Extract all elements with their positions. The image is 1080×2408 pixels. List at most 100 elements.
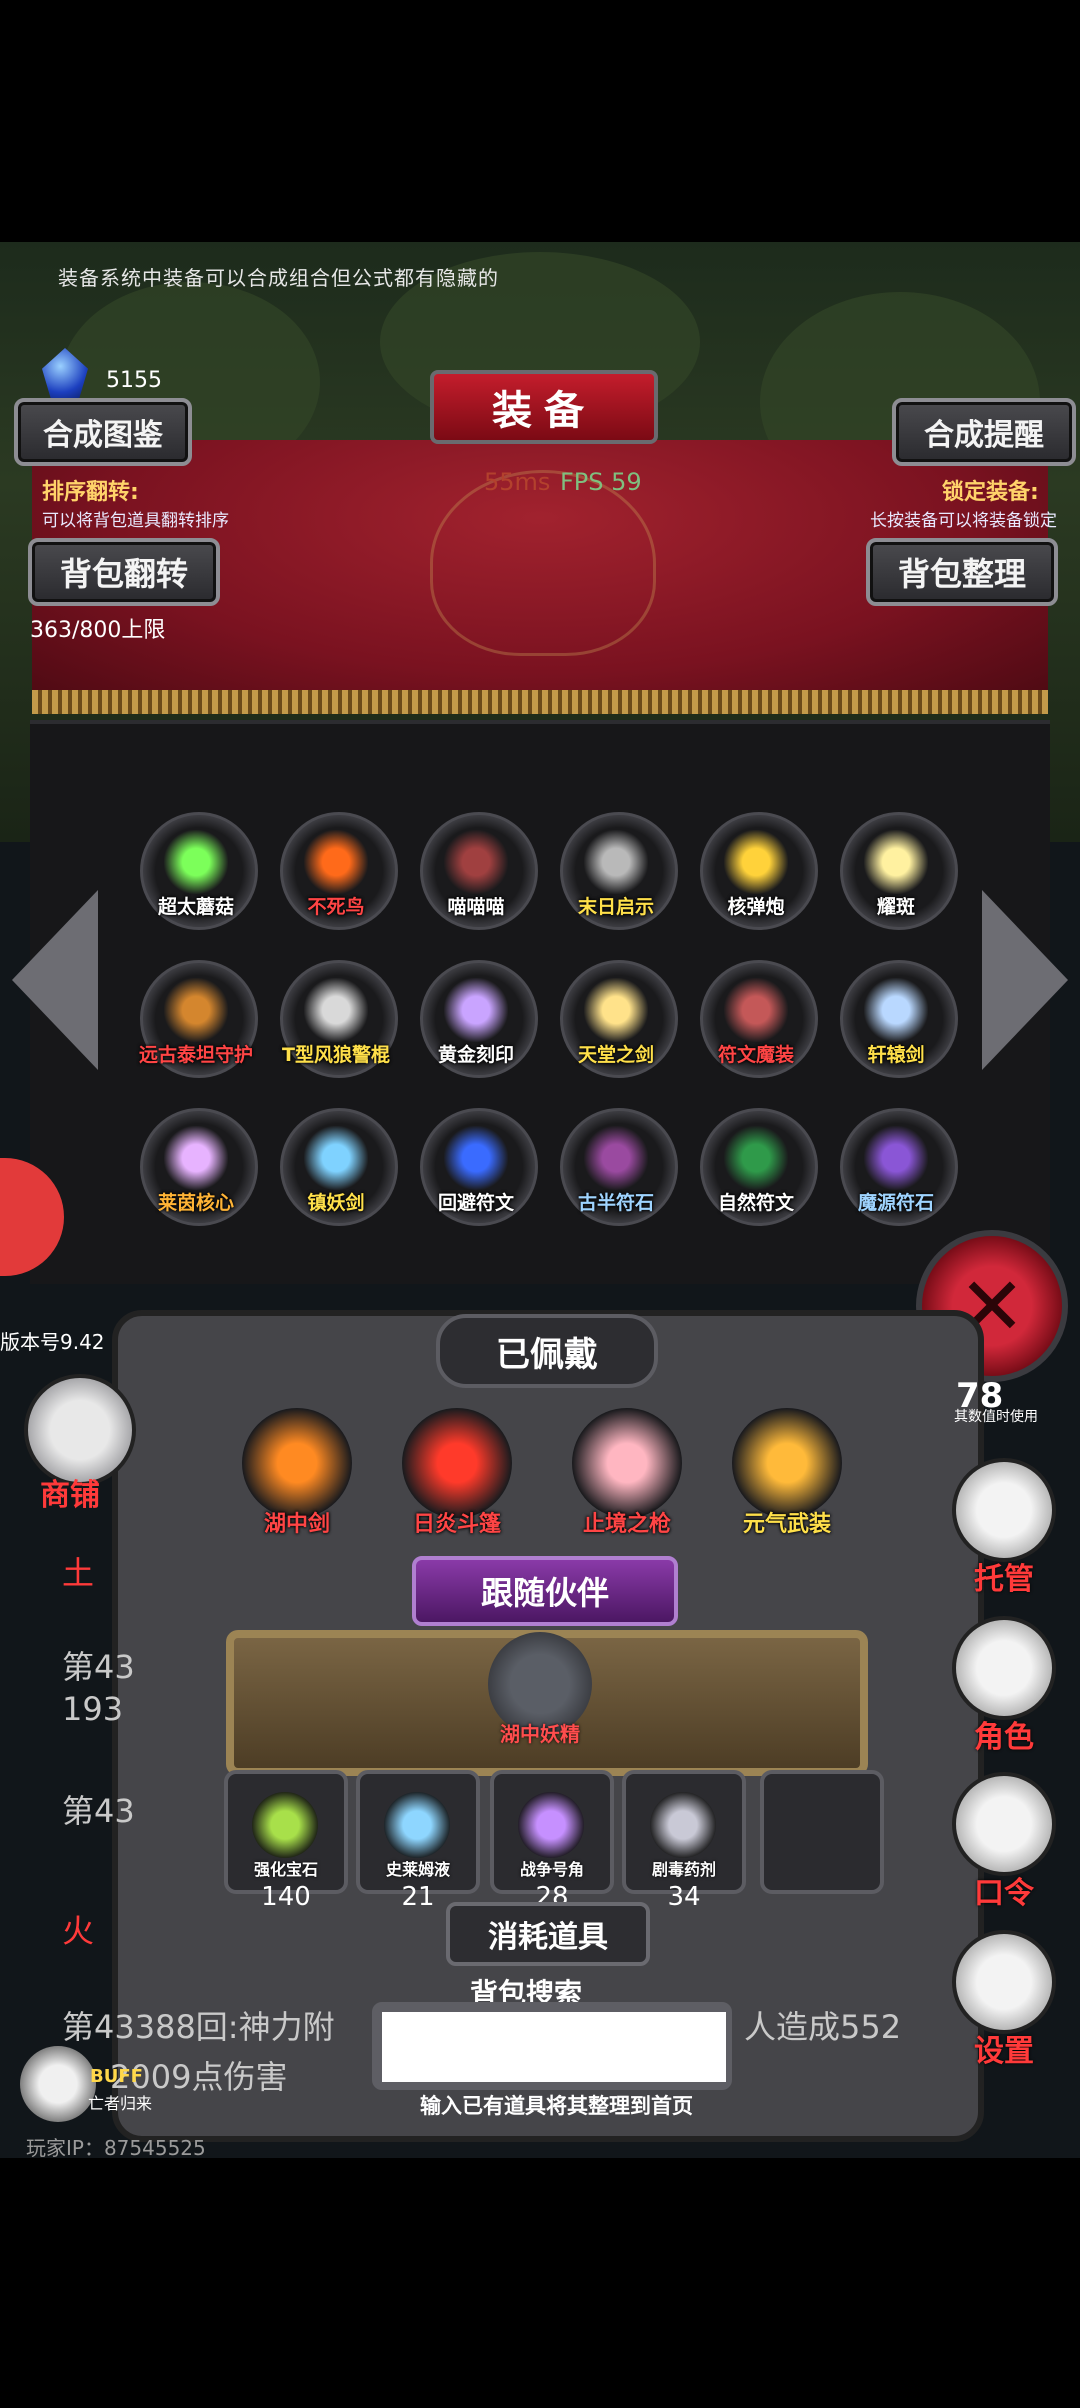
item-icon: [724, 1126, 788, 1190]
item-icon: [864, 1126, 928, 1190]
scroll-icon: [952, 1772, 1056, 1876]
equipped-item-label: 湖中剑: [263, 1512, 330, 1537]
role-button[interactable]: 角色: [952, 1616, 1056, 1755]
item-icon: [304, 1126, 368, 1190]
equipped-item-icon: [402, 1408, 512, 1518]
search-hint: 输入已有道具将其整理到首页: [420, 2094, 693, 2118]
item-icon: [584, 978, 648, 1042]
consumable-label: 史莱姆液: [385, 1860, 450, 1879]
inventory-item[interactable]: 耀斑: [840, 812, 960, 932]
hooded-figure-icon: [952, 1616, 1056, 1720]
item-icon: [584, 1126, 648, 1190]
buff-label: BUFF: [90, 2066, 143, 2087]
item-label: 黄金刻印: [437, 1044, 514, 1066]
inventory-item[interactable]: 远古泰坦守护: [139, 960, 260, 1080]
log-line: 第43: [62, 1648, 135, 1686]
page-title: 装备: [430, 370, 658, 444]
gem-count: 5155: [106, 368, 162, 393]
inventory-item[interactable]: 莱茵核心: [140, 1108, 260, 1228]
equipped-item-icon: [242, 1408, 352, 1518]
consumable-label: 剧毒药剂: [651, 1860, 716, 1879]
skull-buff-icon[interactable]: [20, 2046, 96, 2122]
item-label: T型风狼警棍: [282, 1044, 390, 1066]
search-field[interactable]: [372, 2002, 732, 2090]
companion-name: 湖中妖精: [500, 1722, 580, 1746]
inventory-item[interactable]: 符文魔装: [700, 960, 820, 1080]
item-icon: [864, 830, 928, 894]
item-label: 回避符文: [437, 1192, 514, 1214]
consumable-slot[interactable]: 战争号角 28: [490, 1770, 614, 1912]
inventory-item[interactable]: 超太蘑菇: [140, 812, 260, 932]
log-line: 193: [62, 1690, 124, 1728]
shop-label: 商铺: [40, 1478, 100, 1513]
inventory-item[interactable]: 镇妖剑: [280, 1108, 400, 1228]
bag-flip-button[interactable]: 背包翻转: [28, 538, 220, 606]
compose-reminder-button[interactable]: 合成提醒: [892, 398, 1076, 466]
item-label: 远古泰坦守护: [138, 1044, 253, 1066]
version-text: 版本号9.42: [0, 1330, 105, 1354]
inventory-item[interactable]: T型风狼警棍: [280, 960, 400, 1080]
inventory-item[interactable]: 黄金刻印: [420, 960, 540, 1080]
item-icon: [444, 830, 508, 894]
log-line: 第43: [62, 1792, 135, 1830]
item-icon: [724, 978, 788, 1042]
item-label: 镇妖剑: [307, 1192, 365, 1214]
equipped-item[interactable]: 日炎斗篷: [382, 1398, 532, 1548]
consumable-slot[interactable]: 剧毒药剂 34: [622, 1770, 746, 1912]
log-line: 人造成552: [744, 2008, 902, 2046]
item-icon: [164, 978, 228, 1042]
bag-tidy-button[interactable]: 背包整理: [866, 538, 1058, 606]
consumables-tab[interactable]: 消耗道具: [446, 1902, 650, 1966]
inventory-item[interactable]: 古半符石: [560, 1108, 680, 1228]
consumable-icon: [650, 1792, 716, 1858]
item-label: 超太蘑菇: [157, 896, 234, 918]
item-label: 核弹炮: [727, 896, 785, 918]
equipped-tab[interactable]: 已佩戴: [436, 1314, 658, 1388]
item-icon: [164, 1126, 228, 1190]
equipped-item-label: 元气武装: [742, 1512, 831, 1537]
consumable-count: 140: [261, 1882, 311, 1912]
search-input[interactable]: [382, 2012, 726, 2082]
inventory-item[interactable]: 不死鸟: [280, 812, 400, 932]
inventory-item[interactable]: 末日启示: [560, 812, 680, 932]
player-ip: 玩家IP：87545525: [26, 2136, 206, 2160]
item-label: 天堂之剑: [577, 1044, 654, 1066]
log-line: 土: [62, 1554, 95, 1592]
inventory-item[interactable]: 喵喵喵: [420, 812, 540, 932]
consumable-slot[interactable]: 强化宝石 140: [224, 1770, 348, 1912]
ping-readout: 55ms: [484, 468, 551, 496]
consumable-slot[interactable]: 史莱姆液 21: [356, 1770, 480, 1912]
companion-banner: 跟随伙伴: [412, 1556, 678, 1626]
consumable-icon: [384, 1792, 450, 1858]
consumable-icon: [518, 1792, 584, 1858]
item-label: 古半符石: [577, 1192, 654, 1214]
equipped-item[interactable]: 湖中剑: [222, 1398, 372, 1548]
item-icon: [164, 830, 228, 894]
inventory-item[interactable]: 魔源符石: [840, 1108, 960, 1228]
item-icon: [724, 830, 788, 894]
item-label: 魔源符石: [857, 1192, 934, 1214]
item-label: 符文魔装: [717, 1044, 794, 1066]
inventory-item[interactable]: 回避符文: [420, 1108, 540, 1228]
item-label: 喵喵喵: [447, 896, 505, 918]
item-icon: [444, 978, 508, 1042]
stat-note: 其数值时使用: [954, 1409, 1038, 1425]
item-icon: [304, 830, 368, 894]
equipped-item[interactable]: 止境之枪: [552, 1398, 702, 1548]
item-label: 耀斑: [876, 896, 915, 918]
inventory-item[interactable]: 自然符文: [700, 1108, 820, 1228]
equipped-item-label: 日炎斗篷: [412, 1512, 501, 1537]
compose-catalog-button[interactable]: 合成图鉴: [14, 398, 192, 466]
equipped-item[interactable]: 元气武装: [712, 1398, 862, 1548]
inventory-item[interactable]: 轩辕剑: [840, 960, 960, 1080]
lock-description: 长按装备可以将装备锁定: [870, 511, 1057, 531]
code-button[interactable]: 口令: [952, 1772, 1056, 1911]
inventory-item[interactable]: 核弹炮: [700, 812, 820, 932]
log-line: 第43388回:神力附: [62, 2008, 335, 2046]
inventory-item[interactable]: 天堂之剑: [560, 960, 680, 1080]
empty-consumable-slot[interactable]: [760, 1770, 884, 1894]
auto-manage-button[interactable]: 托管: [952, 1458, 1056, 1597]
settings-button[interactable]: 设置: [952, 1930, 1056, 2069]
crossed-swords-crest-icon: [430, 470, 656, 656]
item-label: 自然符文: [717, 1192, 794, 1214]
